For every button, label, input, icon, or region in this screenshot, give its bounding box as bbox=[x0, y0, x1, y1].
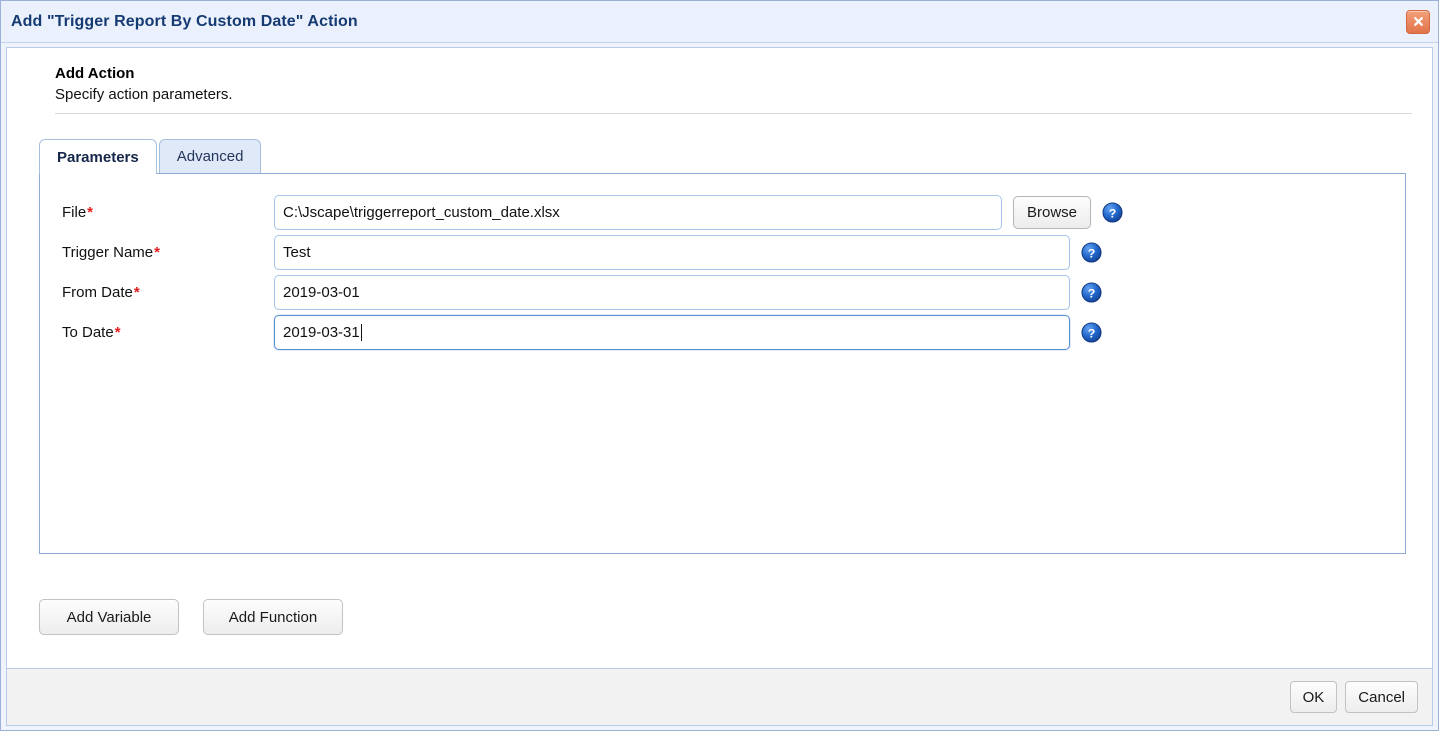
required-marker: * bbox=[87, 204, 93, 221]
tab-parameters-label: Parameters bbox=[57, 149, 139, 166]
page-subtitle: Specify action parameters. bbox=[55, 84, 1432, 105]
label-to-date: To Date* bbox=[62, 324, 274, 341]
label-trigger-name-text: Trigger Name bbox=[62, 244, 153, 261]
from-date-input-value: 2019-03-01 bbox=[283, 284, 360, 301]
svg-text:?: ? bbox=[1088, 246, 1096, 260]
section-header: Add Action Specify action parameters. bbox=[7, 48, 1432, 105]
label-from-date: From Date* bbox=[62, 284, 274, 301]
close-icon bbox=[1412, 15, 1425, 28]
dialog-title: Add "Trigger Report By Custom Date" Acti… bbox=[11, 13, 358, 31]
file-input-value: C:\Jscape\triggerreport_custom_date.xlsx bbox=[283, 204, 560, 221]
cancel-button-label: Cancel bbox=[1358, 689, 1405, 706]
browse-button-label: Browse bbox=[1027, 204, 1077, 221]
svg-text:?: ? bbox=[1088, 286, 1096, 300]
tab-bar: Parameters Advanced bbox=[7, 114, 1432, 173]
form-row-trigger-name: Trigger Name* Test ? bbox=[40, 232, 1405, 272]
svg-text:?: ? bbox=[1088, 326, 1096, 340]
browse-button[interactable]: Browse bbox=[1013, 196, 1091, 229]
ok-button[interactable]: OK bbox=[1290, 681, 1338, 713]
label-trigger-name: Trigger Name* bbox=[62, 244, 274, 261]
add-function-label: Add Function bbox=[229, 609, 317, 626]
dialog-body: Add Action Specify action parameters. Pa… bbox=[6, 47, 1433, 668]
add-variable-label: Add Variable bbox=[67, 609, 152, 626]
form-row-file: File* C:\Jscape\triggerreport_custom_dat… bbox=[40, 192, 1405, 232]
trigger-name-input[interactable]: Test bbox=[274, 235, 1070, 270]
svg-text:?: ? bbox=[1109, 206, 1117, 220]
add-function-button[interactable]: Add Function bbox=[203, 599, 343, 635]
help-icon-to-date[interactable]: ? bbox=[1081, 322, 1102, 343]
required-marker: * bbox=[154, 244, 160, 261]
help-icon-trigger-name[interactable]: ? bbox=[1081, 242, 1102, 263]
tab-parameters[interactable]: Parameters bbox=[39, 139, 157, 174]
cancel-button[interactable]: Cancel bbox=[1345, 681, 1418, 713]
dialog-titlebar: Add "Trigger Report By Custom Date" Acti… bbox=[1, 1, 1438, 43]
label-file-text: File bbox=[62, 204, 86, 221]
help-icon-file[interactable]: ? bbox=[1102, 202, 1123, 223]
trigger-name-input-value: Test bbox=[283, 244, 311, 261]
label-to-date-text: To Date bbox=[62, 324, 114, 341]
label-from-date-text: From Date bbox=[62, 284, 133, 301]
page-title: Add Action bbox=[55, 64, 1432, 83]
label-file: File* bbox=[62, 204, 274, 221]
required-marker: * bbox=[115, 324, 121, 341]
from-date-input[interactable]: 2019-03-01 bbox=[274, 275, 1070, 310]
form-row-from-date: From Date* 2019-03-01 ? bbox=[40, 272, 1405, 312]
add-variable-button[interactable]: Add Variable bbox=[39, 599, 179, 635]
text-caret bbox=[361, 324, 362, 341]
tab-advanced-label: Advanced bbox=[177, 148, 244, 165]
to-date-input[interactable]: 2019-03-31 bbox=[274, 315, 1070, 350]
ok-button-label: OK bbox=[1303, 689, 1325, 706]
parameters-form: File* C:\Jscape\triggerreport_custom_dat… bbox=[40, 174, 1405, 352]
tab-advanced[interactable]: Advanced bbox=[159, 139, 262, 173]
close-button[interactable] bbox=[1406, 10, 1430, 34]
dialog-footer: OK Cancel bbox=[6, 668, 1433, 726]
help-icon-from-date[interactable]: ? bbox=[1081, 282, 1102, 303]
action-button-group: Add Variable Add Function bbox=[7, 554, 1432, 635]
form-row-to-date: To Date* 2019-03-31 ? bbox=[40, 312, 1405, 352]
tab-panel-parameters: File* C:\Jscape\triggerreport_custom_dat… bbox=[39, 173, 1406, 554]
dialog-window: Add "Trigger Report By Custom Date" Acti… bbox=[0, 0, 1439, 731]
to-date-input-value: 2019-03-31 bbox=[283, 324, 360, 341]
file-input[interactable]: C:\Jscape\triggerreport_custom_date.xlsx bbox=[274, 195, 1002, 230]
required-marker: * bbox=[134, 284, 140, 301]
